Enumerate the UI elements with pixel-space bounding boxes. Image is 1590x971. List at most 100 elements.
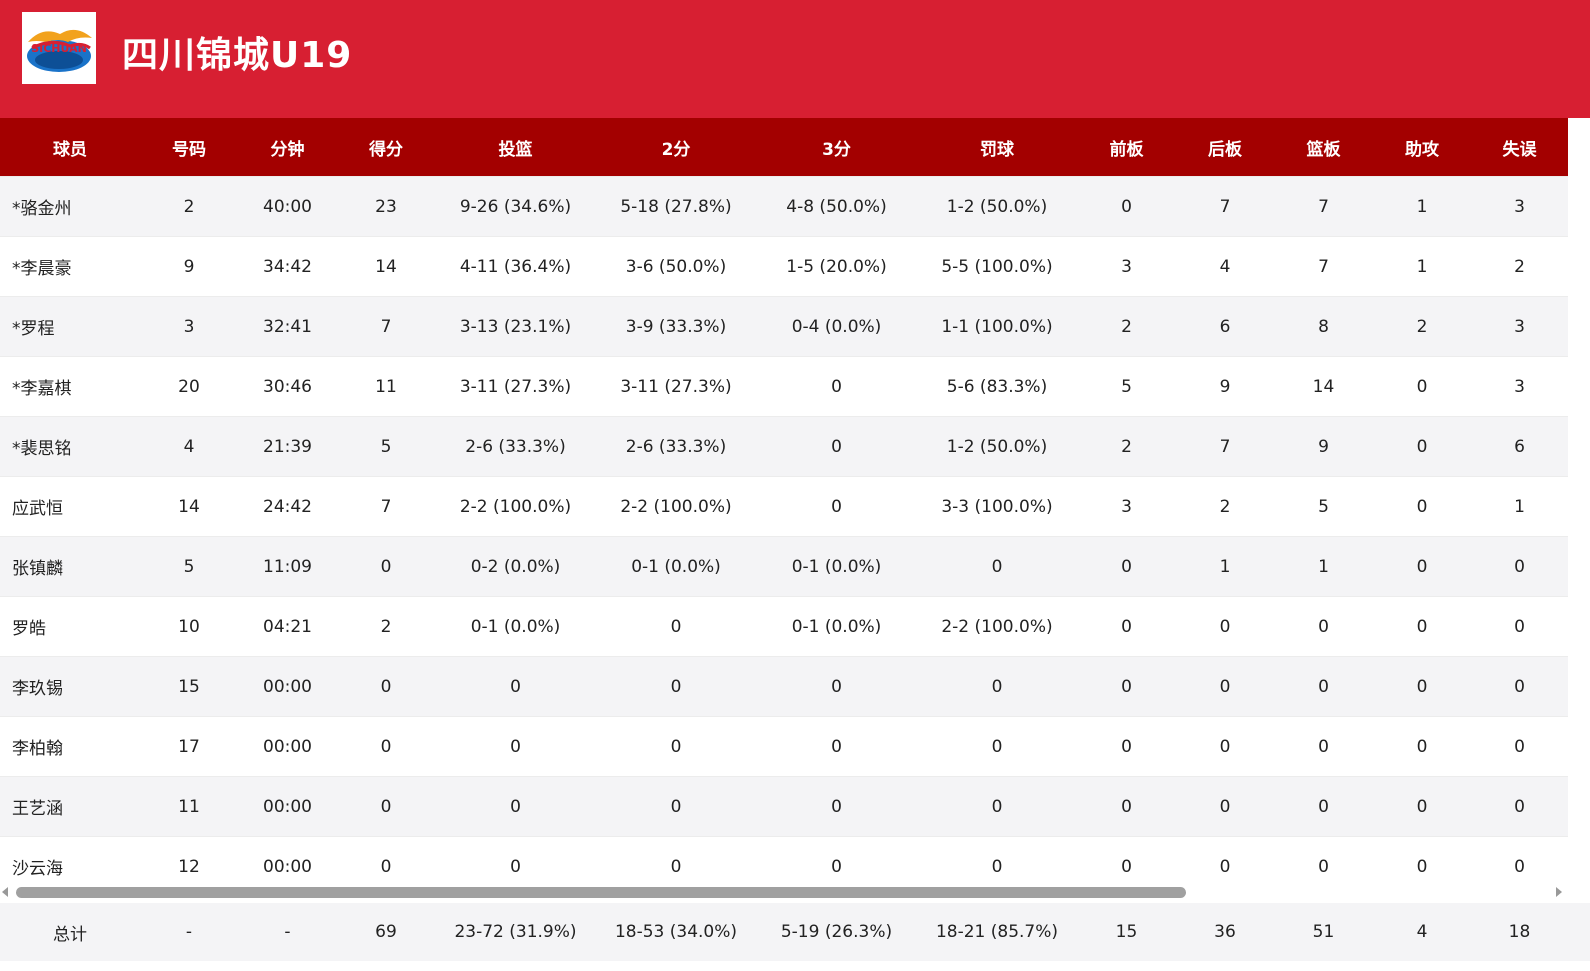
stat-cell-ft: 5-5 (100.0%) xyxy=(917,236,1077,297)
stat-cell-number: 17 xyxy=(140,716,238,777)
player-name-cell: 应武恒 xyxy=(0,476,140,537)
stat-cell-reb: 8 xyxy=(1274,296,1373,357)
stat-cell-ast: 0 xyxy=(1373,536,1471,597)
stat-cell-two: 0 xyxy=(596,716,756,777)
stat-cell-points: 11 xyxy=(337,356,435,417)
stat-cell-tov: 0 xyxy=(1471,836,1568,883)
stat-cell-tov: 1 xyxy=(1471,476,1568,537)
stat-cell-two: 0 xyxy=(596,836,756,883)
stat-cell-minutes: 11:09 xyxy=(238,536,337,597)
stat-cell-tov: 0 xyxy=(1471,596,1568,657)
team-name: 四川锦城U19 xyxy=(122,35,353,76)
stat-cell-reb: 7 xyxy=(1274,236,1373,297)
stat-cell-fg: 4-11 (36.4%) xyxy=(435,236,596,297)
stat-cell-dreb: 7 xyxy=(1176,416,1274,477)
stat-cell-ast: 0 xyxy=(1373,476,1471,537)
stat-cell-reb: 0 xyxy=(1274,836,1373,883)
player-name-cell: *裴思铭 xyxy=(0,416,140,477)
stat-cell-two: 0 xyxy=(596,656,756,717)
total-cell-minutes: - xyxy=(238,903,337,961)
stat-cell-three: 0-4 (0.0%) xyxy=(756,296,917,357)
stat-cell-ft: 2-2 (100.0%) xyxy=(917,596,1077,657)
stat-cell-three: 0 xyxy=(756,716,917,777)
stat-cell-minutes: 34:42 xyxy=(238,236,337,297)
stat-cell-dreb: 0 xyxy=(1176,596,1274,657)
stat-cell-number: 20 xyxy=(140,356,238,417)
stat-cell-reb: 0 xyxy=(1274,596,1373,657)
stat-cell-tov: 3 xyxy=(1471,176,1568,237)
column-header-two: 2分 xyxy=(596,118,756,177)
stat-cell-three: 0 xyxy=(756,476,917,537)
stat-cell-minutes: 24:42 xyxy=(238,476,337,537)
stat-cell-tov: 0 xyxy=(1471,536,1568,597)
stat-cell-reb: 0 xyxy=(1274,776,1373,837)
player-name-cell: 李柏翰 xyxy=(0,716,140,777)
horizontal-scrollbar[interactable] xyxy=(0,883,1568,903)
column-header-tov: 失误 xyxy=(1471,118,1568,177)
stat-cell-reb: 0 xyxy=(1274,716,1373,777)
player-name-cell: *李晨豪 xyxy=(0,236,140,297)
table-row: 李玖锡 15 00:00 0 0 0 0 0 0 0 0 0 0 xyxy=(0,656,1568,717)
total-cell-two: 18-53 (34.0%) xyxy=(596,903,756,961)
stat-cell-number: 15 xyxy=(140,656,238,717)
stat-cell-three: 0-1 (0.0%) xyxy=(756,596,917,657)
stat-cell-minutes: 00:00 xyxy=(238,836,337,883)
stat-cell-fg: 2-2 (100.0%) xyxy=(435,476,596,537)
column-header-points: 得分 xyxy=(337,118,435,177)
stat-cell-dreb: 0 xyxy=(1176,836,1274,883)
column-header-three: 3分 xyxy=(756,118,917,177)
player-name-cell: 沙云海 xyxy=(0,836,140,883)
stat-cell-points: 5 xyxy=(337,416,435,477)
stat-cell-minutes: 30:46 xyxy=(238,356,337,417)
stat-cell-minutes: 00:00 xyxy=(238,776,337,837)
stat-cell-ast: 0 xyxy=(1373,836,1471,883)
stat-cell-three: 4-8 (50.0%) xyxy=(756,176,917,237)
stat-cell-two: 3-11 (27.3%) xyxy=(596,356,756,417)
stat-cell-three: 0 xyxy=(756,656,917,717)
total-cell-number: - xyxy=(140,903,238,961)
stat-cell-oreb: 3 xyxy=(1077,236,1176,297)
total-cell-points: 69 xyxy=(337,903,435,961)
table-row: *李嘉棋 20 30:46 11 3-11 (27.3%) 3-11 (27.3%) 0 5-… xyxy=(0,356,1568,417)
stat-cell-dreb: 0 xyxy=(1176,776,1274,837)
stat-cell-dreb: 0 xyxy=(1176,716,1274,777)
stat-cell-number: 11 xyxy=(140,776,238,837)
stat-cell-dreb: 4 xyxy=(1176,236,1274,297)
total-cell-fg: 23-72 (31.9%) xyxy=(435,903,596,961)
stat-cell-ft: 0 xyxy=(917,656,1077,717)
scroll-left-arrow-icon[interactable] xyxy=(2,887,8,897)
stat-cell-dreb: 1 xyxy=(1176,536,1274,597)
stat-cell-ft: 0 xyxy=(917,836,1077,883)
stat-cell-dreb: 7 xyxy=(1176,176,1274,237)
totals-table: 总计 - -69 23-72 (31.9%) 18-53 (34.0%) 5-19 (26… xyxy=(0,903,1568,961)
stat-cell-dreb: 2 xyxy=(1176,476,1274,537)
stat-cell-oreb: 0 xyxy=(1077,716,1176,777)
column-header-fg: 投篮 xyxy=(435,118,596,177)
total-cell-reb: 51 xyxy=(1274,903,1373,961)
stat-cell-three: 0 xyxy=(756,356,917,417)
stat-cell-fg: 0-2 (0.0%) xyxy=(435,536,596,597)
stat-cell-ast: 0 xyxy=(1373,356,1471,417)
stat-cell-minutes: 04:21 xyxy=(238,596,337,657)
stat-cell-ft: 3-3 (100.0%) xyxy=(917,476,1077,537)
total-cell-three: 5-19 (26.3%) xyxy=(756,903,917,961)
stat-cell-points: 2 xyxy=(337,596,435,657)
table-row: 罗皓 10 04:21 2 0-1 (0.0%) 0 0-1 (0.0%) 2-2 (100.… xyxy=(0,596,1568,657)
scroll-right-arrow-icon[interactable] xyxy=(1556,887,1562,897)
stat-cell-ft: 0 xyxy=(917,536,1077,597)
box-score-table-container[interactable]: 球员 号码 分钟 得分 投篮 2分 3分 罚球 前板 后板 篮板 助攻 失误 *骆金州 2 40:00 23 9… xyxy=(0,118,1590,883)
stat-cell-oreb: 5 xyxy=(1077,356,1176,417)
stat-cell-ft: 1-2 (50.0%) xyxy=(917,176,1077,237)
stat-cell-number: 9 xyxy=(140,236,238,297)
scrollbar-thumb[interactable] xyxy=(16,887,1186,898)
table-row: 沙云海 12 00:00 0 0 0 0 0 0 0 0 0 0 xyxy=(0,836,1568,883)
stat-cell-points: 0 xyxy=(337,836,435,883)
player-name-cell: *李嘉棋 xyxy=(0,356,140,417)
player-name-cell: 王艺涵 xyxy=(0,776,140,837)
stat-cell-reb: 1 xyxy=(1274,536,1373,597)
stat-cell-fg: 2-6 (33.3%) xyxy=(435,416,596,477)
column-header-ast: 助攻 xyxy=(1373,118,1471,177)
column-header-minutes: 分钟 xyxy=(238,118,337,177)
stat-cell-minutes: 00:00 xyxy=(238,716,337,777)
table-row: *罗程 3 32:41 7 3-13 (23.1%) 3-9 (33.3%) 0-4 (0.… xyxy=(0,296,1568,357)
